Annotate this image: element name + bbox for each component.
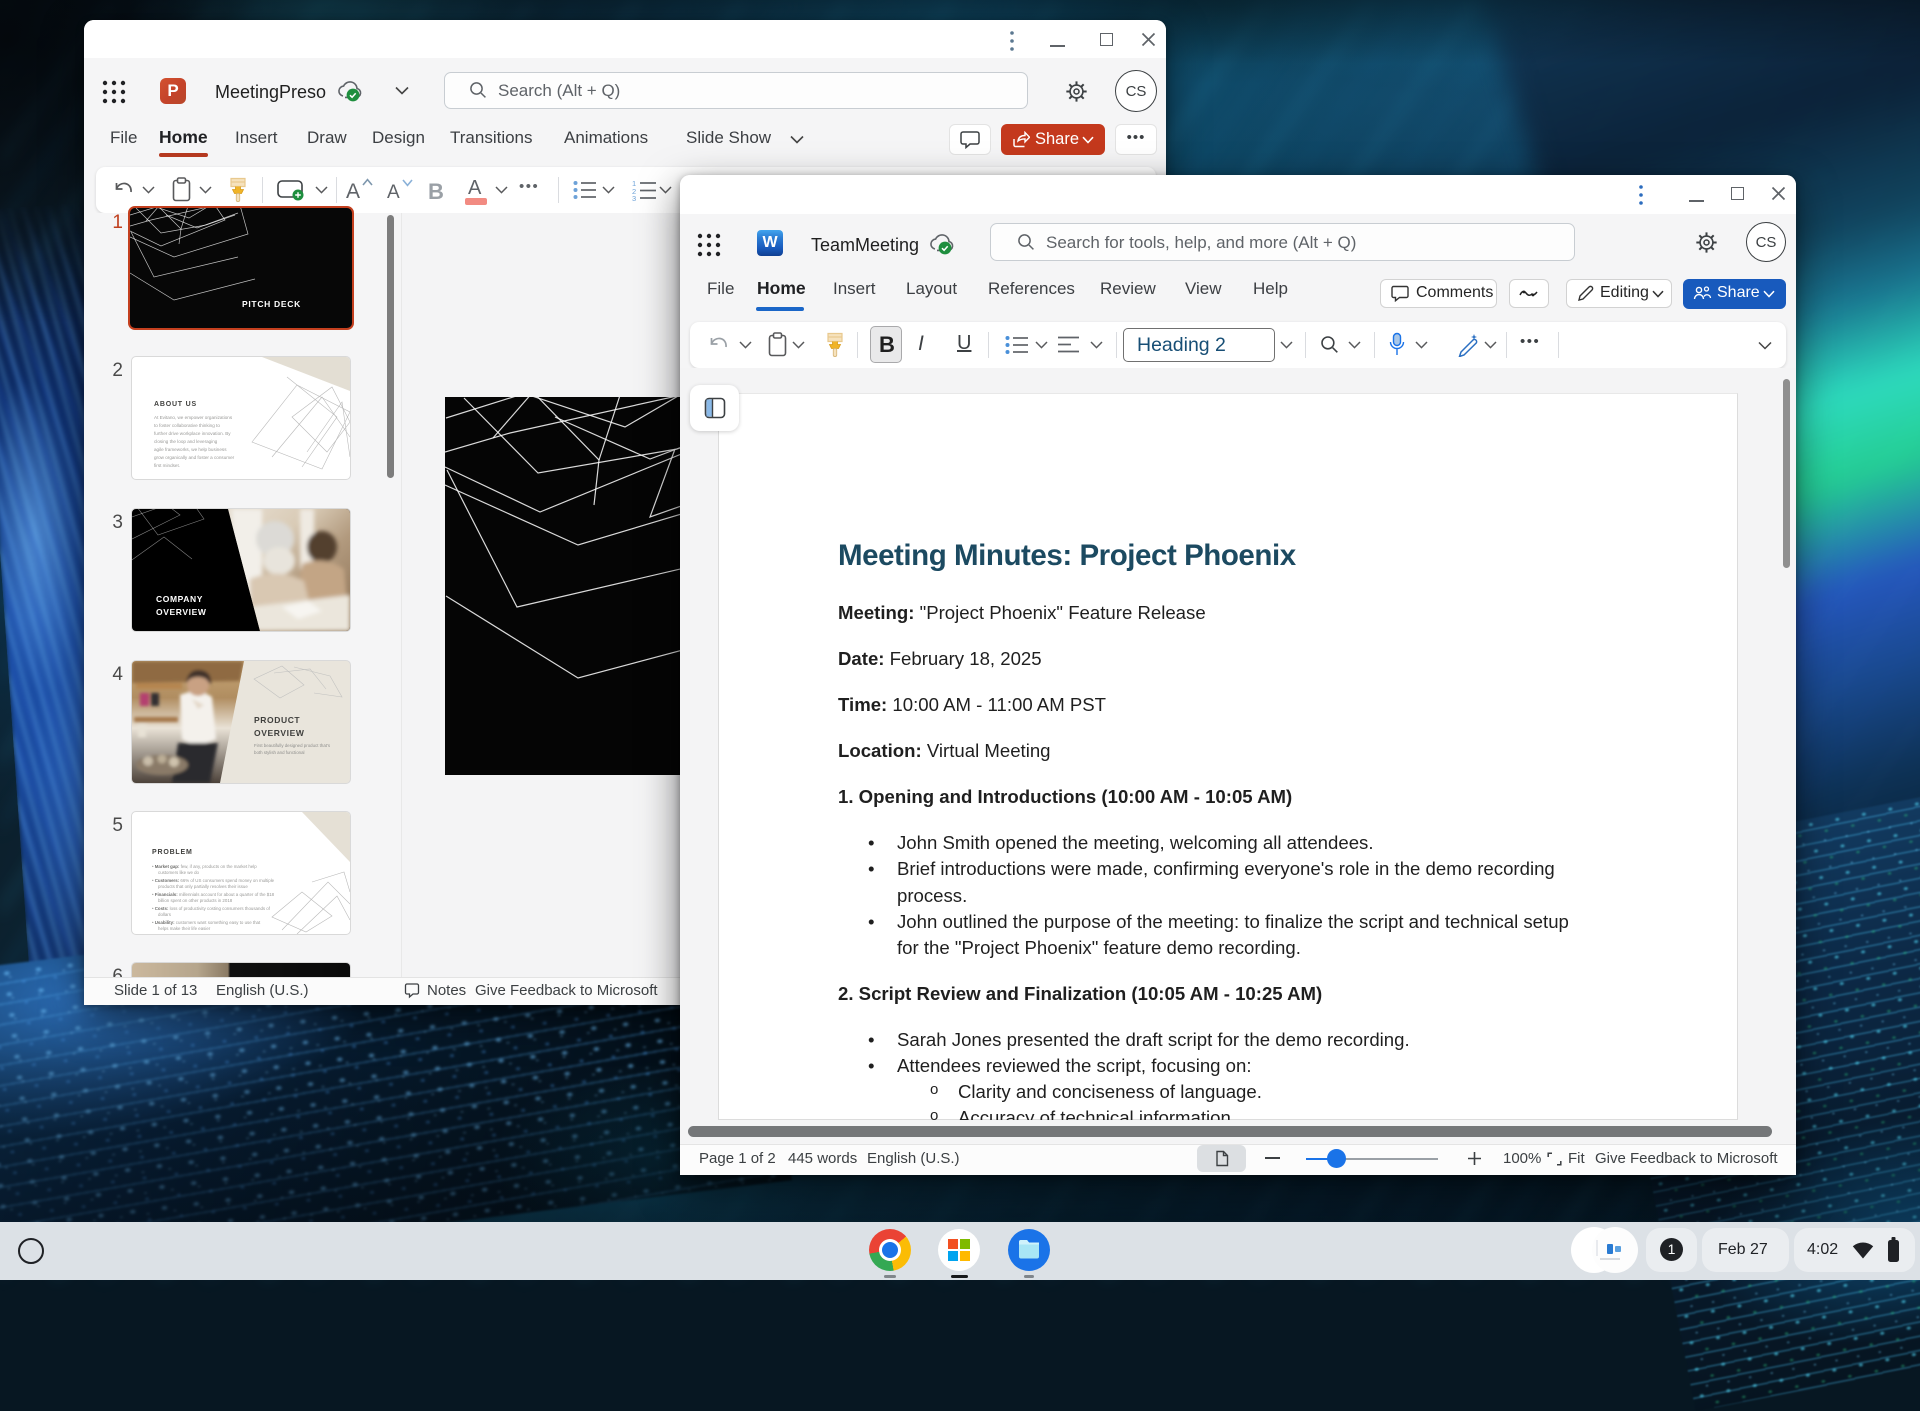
svg-text:At Evitano, we empower organiz: At Evitano, we empower organizations: [154, 415, 233, 420]
svg-text:agile frameworks, we help busi: agile frameworks, we help business: [154, 447, 227, 452]
svg-text:to foster collaborative thinki: to foster collaborative thinking to: [154, 423, 220, 428]
svg-text:PITCH DECK: PITCH DECK: [242, 299, 301, 309]
svg-text:• Usability: customers want so: • Usability: customers want something ea…: [152, 920, 261, 925]
svg-text:grow organically and foster a: grow organically and foster a consumer: [154, 455, 235, 460]
svg-text:closing the loop and leveragin: closing the loop and leveraging: [154, 439, 218, 444]
svg-text:OVERVIEW: OVERVIEW: [254, 728, 305, 738]
svg-text:first mindset.: first mindset.: [154, 463, 180, 468]
svg-text:PROBLEM: PROBLEM: [152, 849, 193, 856]
svg-text:3: 3: [632, 194, 636, 201]
svg-text:dollars: dollars: [158, 912, 172, 917]
svg-text:billion spent on other product: billion spent on other products in 2018: [158, 898, 233, 903]
svg-text:products that only partially r: products that only partially resolves th…: [158, 884, 248, 889]
svg-text:further drive workplace innova: further drive workplace innovation. By: [154, 431, 231, 436]
svg-text:PRODUCT: PRODUCT: [254, 715, 300, 725]
svg-text:ABOUT US: ABOUT US: [154, 401, 197, 408]
svg-text:• Market gap: few, if any, pro: • Market gap: few, if any, products on t…: [152, 864, 257, 869]
svg-text:• Financials: millennials acco: • Financials: millennials account for ab…: [152, 892, 275, 897]
svg-text:both stylish and functional: both stylish and functional: [254, 750, 305, 755]
svg-text:COMPANY: COMPANY: [156, 594, 203, 604]
svg-text:helps make their life easier: helps make their life easier: [158, 926, 211, 931]
svg-text:OVERVIEW: OVERVIEW: [156, 607, 207, 617]
svg-text:customers like we do: customers like we do: [158, 870, 200, 875]
svg-text:• Customers: 66% of US consume: • Customers: 66% of US consumers spend m…: [152, 878, 275, 883]
svg-text:• Costs: loss of productivity: • Costs: loss of productivity costing co…: [152, 906, 271, 911]
svg-text:First beautifully designed pro: First beautifully designed product that'…: [254, 743, 331, 748]
